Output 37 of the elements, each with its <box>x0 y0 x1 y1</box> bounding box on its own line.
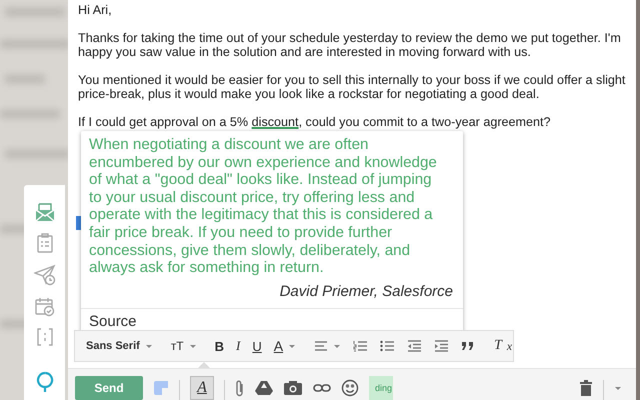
paperclip-icon[interactable] <box>235 379 245 397</box>
triangle-drive-icon[interactable] <box>255 380 273 396</box>
paper-plane-clock-icon[interactable] <box>34 264 56 286</box>
caret-icon <box>188 343 197 349</box>
formatting-button[interactable]: A <box>190 376 214 400</box>
trash-icon[interactable] <box>579 380 593 396</box>
highlighted-term[interactable]: discount <box>252 115 299 129</box>
font-size-dropdown[interactable]: ᴛT <box>168 335 200 357</box>
camera-icon[interactable] <box>283 380 303 396</box>
numbered-list-icon[interactable] <box>353 340 368 352</box>
italic-button[interactable]: I <box>233 335 244 357</box>
tip-quote: When negotiating a discount we are often encumbered by our own experience and knowledge of what a "good deal" looks like. Instead of jumping to your usual discount price, try offering less and operate with the legitimacy that this is considered a fair price break. If you need to provide further concessions, give them slowly, deliberately, and always ask for something in return. <box>88 135 438 277</box>
greeting-text: Hi Ari, <box>78 3 113 17</box>
caret-icon <box>144 343 153 349</box>
text-color-button[interactable]: A <box>270 335 300 357</box>
quote-attribution: David Priemer, Salesforce <box>278 282 454 302</box>
bracket-icon[interactable] <box>36 328 52 346</box>
font-dropdown[interactable]: Sans Serif <box>83 335 156 357</box>
caret-icon[interactable] <box>614 385 622 391</box>
q-logo-icon[interactable] <box>36 371 54 393</box>
body-paragraph: If I could get approval on a 5% discount, could you commit to a two-year agreement? <box>78 115 552 129</box>
smiley-icon[interactable] <box>341 379 359 397</box>
body-paragraph: Thanks for taking the time out of your schedule yesterday to review the demo we put together. I'm happy you saw value in the solution and are interested in moving forward with us. <box>78 31 622 59</box>
link-icon[interactable] <box>313 383 331 393</box>
underline-button[interactable]: U <box>249 335 265 357</box>
align-icon <box>314 340 328 352</box>
indent-less-icon[interactable] <box>407 340 422 352</box>
caret-icon <box>288 343 296 349</box>
bulleted-list-icon[interactable] <box>380 340 396 352</box>
source-link[interactable]: Source <box>89 312 137 330</box>
bold-button[interactable]: B <box>212 335 228 357</box>
body-paragraph: You mentioned it would be easier for you to sell this internally to your boss if we could offer a slight price-break, plus it would make you look like a rockstar for negotiating a good deal. <box>78 73 626 101</box>
indent-more-icon[interactable] <box>434 340 450 352</box>
caret-icon <box>333 343 342 349</box>
calendar-check-icon[interactable] <box>34 297 54 317</box>
clipboard-icon[interactable] <box>36 233 52 253</box>
envelope-icon[interactable] <box>34 202 54 222</box>
